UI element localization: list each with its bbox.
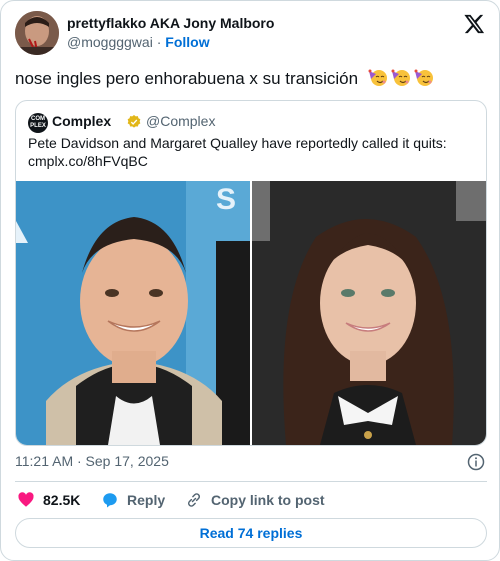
embedded-tweet-card: prettyflakko AKA Jony Malboro @moggggwai…: [0, 0, 500, 561]
partying-face-icon: [414, 69, 433, 86]
copy-link-button[interactable]: Copy link to post: [185, 491, 325, 509]
heart-icon: [18, 492, 34, 507]
x-logo-icon[interactable]: [463, 13, 485, 35]
divider: [15, 481, 487, 482]
quoted-media[interactable]: S: [16, 181, 486, 445]
author-handle-row: @moggggwai · Follow: [67, 34, 210, 50]
like-count: 82.5K: [43, 492, 81, 508]
quoted-text-body: Pete Davidson and Margaret Qualley have …: [28, 135, 447, 151]
read-replies-button[interactable]: Read 74 replies: [15, 518, 487, 548]
quoted-text: Pete Davidson and Margaret Qualley have …: [28, 134, 476, 170]
tweet-text-content: nose ingles pero enhorabuena x su transi…: [15, 69, 359, 88]
author-display-name[interactable]: prettyflakko AKA Jony Malboro: [67, 15, 274, 31]
author-avatar[interactable]: [15, 11, 59, 55]
quoted-handle[interactable]: @Complex: [146, 113, 215, 129]
verified-badge-icon: [126, 114, 142, 130]
link-icon: [187, 493, 201, 507]
photo-right[interactable]: [252, 181, 486, 445]
copy-link-label: Copy link to post: [211, 492, 325, 508]
tweet-text: nose ingles pero enhorabuena x su transi…: [15, 67, 436, 92]
quoted-link[interactable]: cmplx.co/8hFVqBC: [28, 152, 476, 170]
author-handle[interactable]: @moggggwai: [67, 34, 153, 50]
follow-link[interactable]: Follow: [165, 34, 209, 50]
like-button[interactable]: 82.5K: [17, 491, 80, 509]
handle-separator: ·: [156, 34, 162, 50]
reply-button[interactable]: Reply: [101, 491, 165, 509]
info-icon[interactable]: [467, 453, 485, 471]
partying-face-icon: [368, 69, 387, 86]
reply-label: Reply: [127, 492, 166, 508]
quoted-tweet[interactable]: COM PLEX Complex @Complex Pete Davidson …: [15, 100, 487, 446]
speech-bubble-icon: [103, 493, 117, 508]
quoted-avatar[interactable]: COM PLEX: [28, 113, 48, 133]
quoted-display-name[interactable]: Complex: [52, 113, 111, 129]
partying-face-icon: [391, 69, 410, 86]
svg-text:S: S: [216, 183, 236, 216]
photo-left[interactable]: S: [16, 181, 250, 445]
emoji-group: [367, 67, 436, 92]
tweet-timestamp[interactable]: 11:21 AM · Sep 17, 2025: [15, 453, 169, 469]
